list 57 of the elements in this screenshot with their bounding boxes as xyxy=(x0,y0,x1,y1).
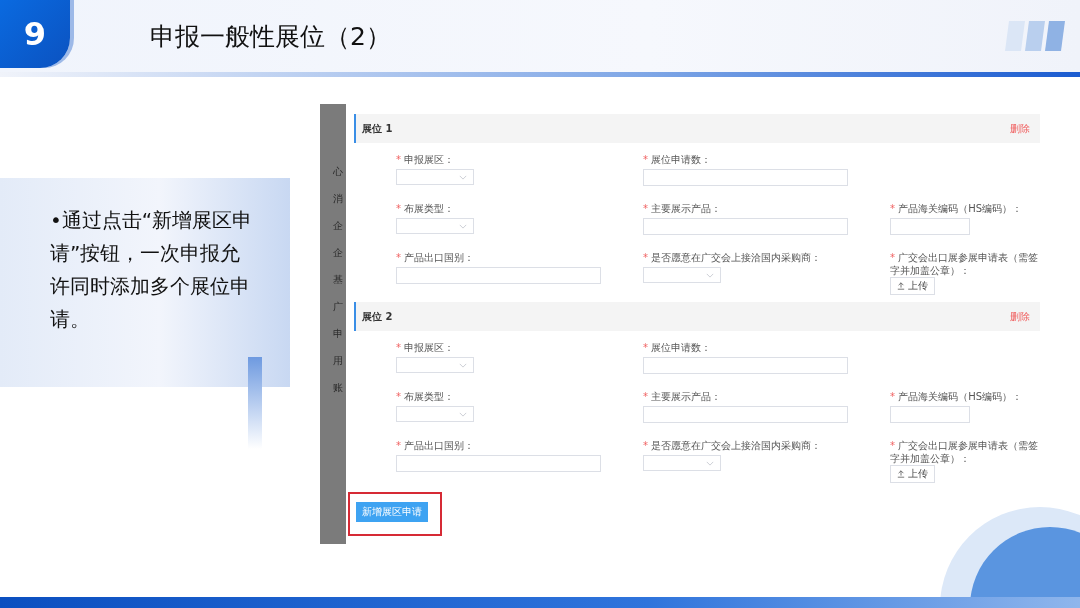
field-label: * 展位申请数： xyxy=(643,341,713,354)
chevron-down-icon xyxy=(459,223,467,229)
field-label: * 产品海关编码（HS编码）： xyxy=(890,202,1024,215)
stripes-decoration xyxy=(1005,21,1065,51)
input-field[interactable] xyxy=(643,357,848,374)
sidebar-item[interactable]: 消 xyxy=(333,191,346,207)
select-field[interactable] xyxy=(643,267,721,283)
section-title: 展位 1 xyxy=(362,121,393,136)
chevron-down-icon xyxy=(459,411,467,417)
chevron-down-icon xyxy=(706,460,714,466)
sidebar-item[interactable]: 用 xyxy=(333,353,346,369)
sidebar-item[interactable]: 账 xyxy=(333,380,346,396)
upload-icon xyxy=(897,470,905,478)
field-label: * 展位申请数： xyxy=(643,153,713,166)
input-field[interactable] xyxy=(643,169,848,186)
upload-button[interactable]: 上传 xyxy=(890,277,935,295)
input-field[interactable] xyxy=(643,218,848,235)
field-label: * 主要展示产品： xyxy=(643,390,723,403)
upload-button[interactable]: 上传 xyxy=(890,465,935,483)
chevron-down-icon xyxy=(459,362,467,368)
chevron-down-icon xyxy=(459,174,467,180)
sidebar-item[interactable]: 心 xyxy=(333,164,346,180)
field-label: * 是否愿意在广交会上接洽国内采购商： xyxy=(643,439,823,452)
add-area-button[interactable]: 新增展区申请 xyxy=(356,502,428,522)
field-label: * 产品出口国别： xyxy=(396,439,476,452)
chevron-down-icon xyxy=(706,272,714,278)
sidebar-item[interactable]: 企 xyxy=(333,218,346,234)
field-label: * 布展类型： xyxy=(396,202,456,215)
sidebar-item[interactable]: 广 xyxy=(333,299,346,315)
field-label: * 主要展示产品： xyxy=(643,202,723,215)
input-field[interactable] xyxy=(890,218,970,235)
input-field[interactable] xyxy=(396,455,601,472)
section-title: 展位 2 xyxy=(362,309,393,324)
field-label: * 产品海关编码（HS编码）： xyxy=(890,390,1024,403)
select-field[interactable] xyxy=(643,455,721,471)
sidebar-item[interactable]: 基 xyxy=(333,272,346,288)
select-field[interactable] xyxy=(396,218,474,234)
field-label: * 产品出口国别： xyxy=(396,251,476,264)
sidebar-item[interactable]: 申 xyxy=(333,326,346,342)
upload-icon xyxy=(897,282,905,290)
field-label: * 广交会出口展参展申请表（需签字并加盖公章）： xyxy=(890,251,1040,277)
input-field[interactable] xyxy=(396,267,601,284)
field-label: * 是否愿意在广交会上接洽国内采购商： xyxy=(643,251,823,264)
bullet-text: •通过点击“新增展区申请”按钮，一次申报允许同时添加多个展位申请。 xyxy=(50,207,254,333)
input-field[interactable] xyxy=(643,406,848,423)
delete-link[interactable]: 删除 xyxy=(1010,309,1030,324)
slide-title: 申报一般性展位（2） xyxy=(150,20,392,53)
field-label: * 布展类型： xyxy=(396,390,456,403)
field-label: * 申报展区： xyxy=(396,341,456,354)
input-field[interactable] xyxy=(890,406,970,423)
select-field[interactable] xyxy=(396,169,474,185)
field-label: * 申报展区： xyxy=(396,153,456,166)
field-label: * 广交会出口展参展申请表（需签字并加盖公章）： xyxy=(890,439,1040,465)
delete-link[interactable]: 删除 xyxy=(1010,121,1030,136)
select-field[interactable] xyxy=(396,406,474,422)
select-field[interactable] xyxy=(396,357,474,373)
sidebar-item[interactable]: 企 xyxy=(333,245,346,261)
